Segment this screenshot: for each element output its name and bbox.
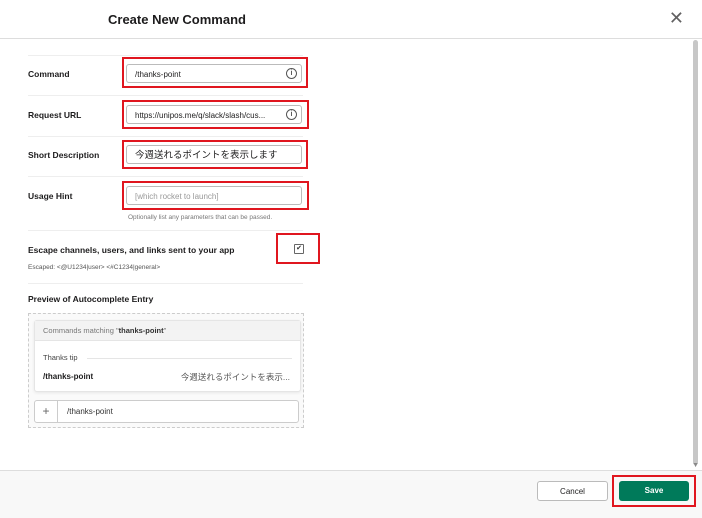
divider <box>28 176 303 177</box>
plus-icon[interactable]: + <box>35 401 58 422</box>
escape-label: Escape channels, users, and links sent t… <box>28 245 235 255</box>
tip-label: Thanks tip <box>43 353 78 362</box>
preview-title: Preview of Autocomplete Entry <box>28 294 154 304</box>
matching-prefix: Commands matching " <box>43 326 119 335</box>
usage-hint-label: Usage Hint <box>28 191 73 201</box>
dialog-title: Create New Command <box>108 12 246 27</box>
popup-header: Commands matching "thanks-point" <box>35 321 300 341</box>
divider <box>28 283 303 284</box>
highlight-box <box>122 100 309 129</box>
request-url-label: Request URL <box>28 110 82 120</box>
matching-suffix: " <box>163 326 167 335</box>
highlight-box <box>122 57 308 88</box>
close-icon[interactable]: ✕ <box>669 9 684 27</box>
highlight-box <box>612 475 696 507</box>
scroll-down-icon[interactable]: ▼ <box>692 462 699 469</box>
escape-example: Escaped: <@U1234|user> <#C1234|general> <box>28 264 161 271</box>
divider <box>28 230 303 231</box>
divider <box>28 95 303 96</box>
highlight-box <box>276 233 320 264</box>
cancel-button[interactable]: Cancel <box>537 481 608 501</box>
autocomplete-command[interactable]: /thanks-point <box>43 372 93 381</box>
matching-term: thanks-point <box>118 326 164 335</box>
message-input[interactable]: + /thanks-point <box>34 400 299 423</box>
dialog-header: Create New Command ✕ <box>0 0 702 39</box>
message-text: /thanks-point <box>67 407 113 416</box>
scrollbar[interactable] <box>693 40 698 465</box>
highlight-box <box>122 140 308 169</box>
usage-hint-helper: Optionally list any parameters that can … <box>128 214 273 221</box>
autocomplete-description: 今週送れるポイントを表示... <box>180 372 290 382</box>
divider <box>87 358 292 359</box>
divider <box>28 55 303 56</box>
autocomplete-popup: Commands matching "thanks-point" Thanks … <box>34 320 301 392</box>
divider <box>28 136 303 137</box>
highlight-box <box>122 181 309 210</box>
short-description-label: Short Description <box>28 150 100 160</box>
command-label: Command <box>28 69 70 79</box>
